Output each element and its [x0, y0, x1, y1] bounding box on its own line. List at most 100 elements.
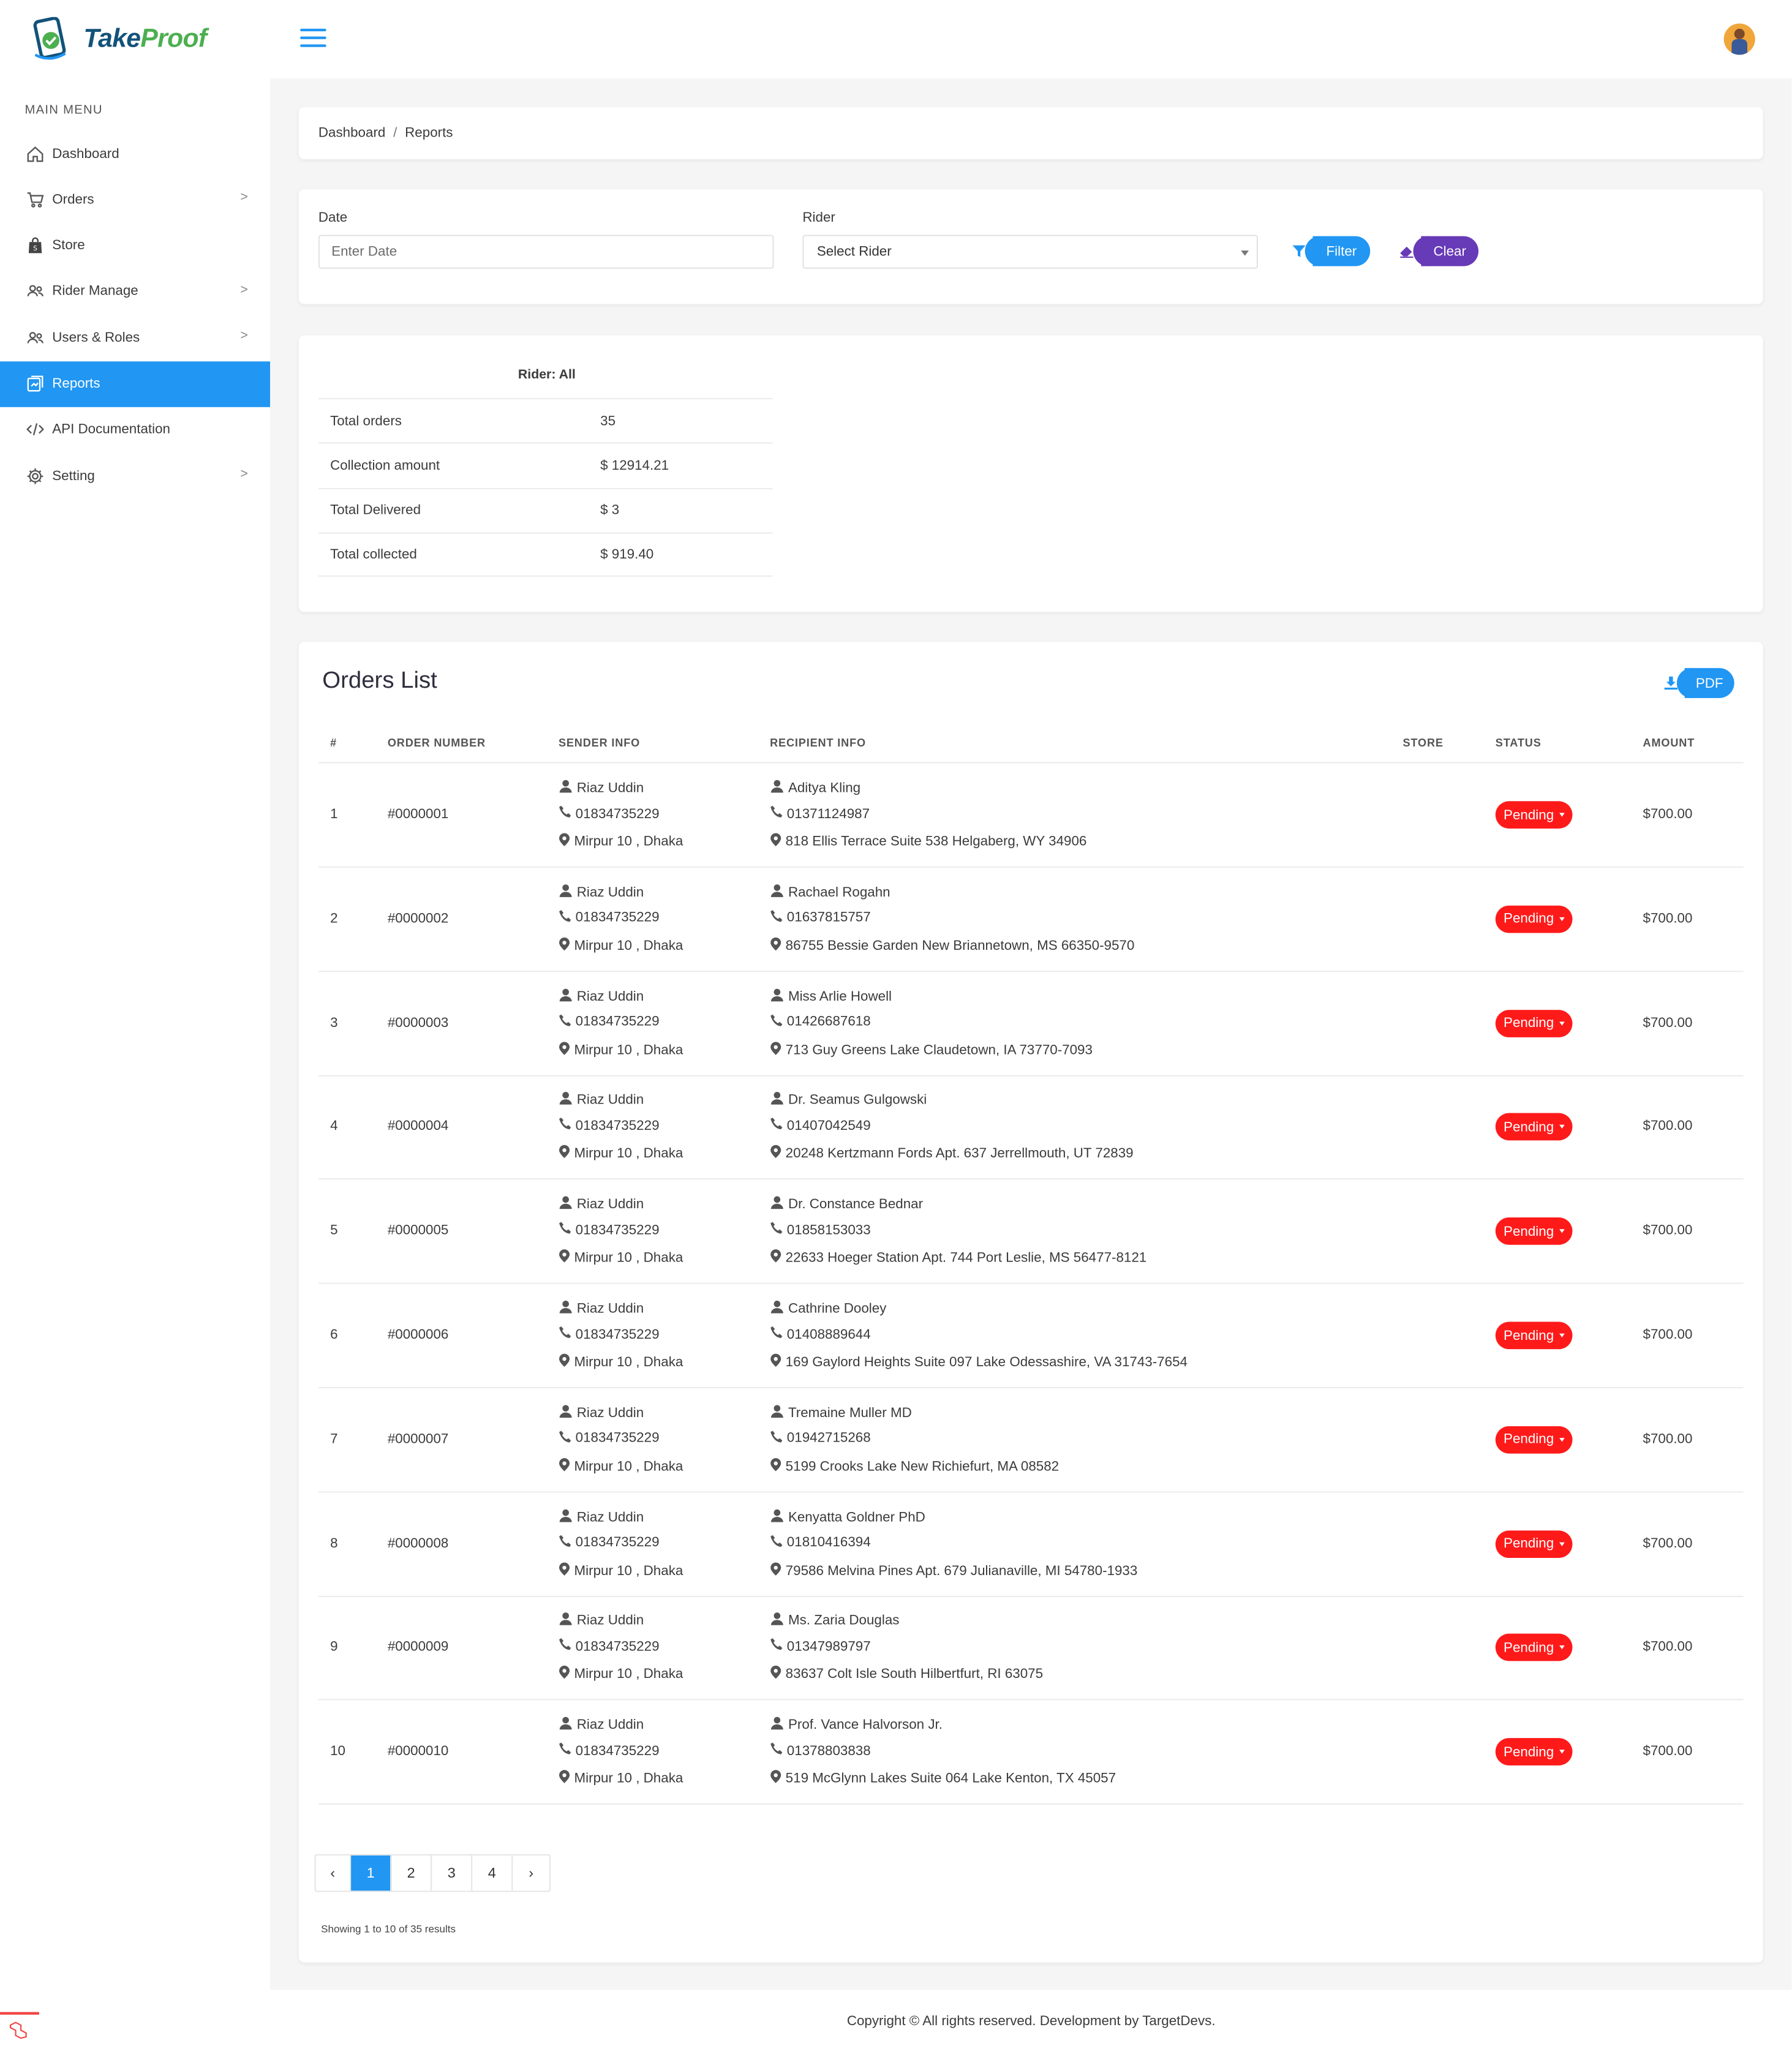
pagination-page-4[interactable]: 4	[472, 1855, 513, 1891]
brand-logo[interactable]: TakeProof	[31, 16, 207, 63]
phone-icon	[770, 1118, 787, 1135]
sidebar-menu-title: MAIN MENU	[24, 103, 103, 118]
pagination-summary: Showing 1 to 10 of 35 results	[321, 1923, 456, 1935]
location-pin-icon	[559, 936, 574, 955]
sidebar-item-label: Orders	[52, 191, 94, 208]
status-label: Pending	[1504, 1327, 1554, 1344]
pdf-download-button[interactable]: PDF	[1656, 668, 1734, 698]
table-row: 6 #0000006 Riaz Uddin 01834735229 Mirpur 10 …	[318, 1284, 1744, 1389]
order-amount: $700.00	[1643, 1743, 1693, 1759]
order-number: #0000007	[387, 1431, 449, 1447]
sidebar-item-label: API Documentation	[52, 421, 170, 438]
menu-toggle-icon[interactable]	[300, 28, 326, 50]
table-row: 2 #0000002 Riaz Uddin 01834735229 Mirpur 10 …	[318, 867, 1744, 972]
rider-select[interactable]: Select Rider	[802, 235, 1258, 269]
chevron-down-icon	[1559, 1021, 1565, 1025]
status-badge[interactable]: Pending	[1495, 905, 1573, 933]
location-pin-icon	[559, 832, 574, 851]
person-icon	[770, 987, 788, 1006]
status-label: Pending	[1504, 1223, 1554, 1239]
location-pin-icon	[559, 1770, 574, 1788]
date-label: Date	[318, 210, 348, 226]
chevron-down-icon	[1559, 1125, 1565, 1129]
sidebar-item-dashboard[interactable]: Dashboard	[0, 130, 270, 176]
col-header-index: #	[330, 735, 337, 750]
status-badge[interactable]: Pending	[1495, 1634, 1573, 1662]
sender-name: Riaz Uddin	[576, 780, 644, 796]
orders-title: Orders List	[322, 666, 437, 693]
status-badge[interactable]: Pending	[1495, 1738, 1573, 1766]
sidebar: MAIN MENU Dashboard Orders > S Store Rider Ma…	[0, 78, 271, 1990]
laravel-logo-icon	[0, 2012, 39, 2046]
sidebar-item-reports[interactable]: Reports	[0, 361, 271, 407]
order-index: 5	[330, 1222, 338, 1239]
sender-name: Riaz Uddin	[576, 1509, 644, 1525]
status-badge[interactable]: Pending	[1495, 1113, 1573, 1141]
sender-address: Mirpur 10 , Dhaka	[574, 1458, 683, 1475]
status-label: Pending	[1504, 1432, 1554, 1448]
user-avatar[interactable]	[1723, 23, 1755, 55]
order-number: #0000001	[387, 806, 449, 822]
order-number: #0000009	[387, 1639, 449, 1655]
recipient-phone: 01637815757	[786, 909, 871, 926]
table-row: 5 #0000005 Riaz Uddin 01834735229 Mirpur 10 …	[318, 1180, 1744, 1285]
svg-text:S: S	[33, 244, 37, 252]
sidebar-item-api-documentation[interactable]: API Documentation	[0, 407, 270, 453]
order-amount: $700.00	[1643, 1535, 1693, 1551]
recipient-phone: 01810416394	[786, 1534, 871, 1551]
code-icon	[26, 421, 45, 439]
status-badge[interactable]: Pending	[1495, 1217, 1573, 1246]
recipient-phone: 01371124987	[786, 805, 870, 822]
sidebar-item-store[interactable]: S Store	[0, 222, 270, 268]
pagination-prev[interactable]: ‹	[316, 1855, 352, 1891]
phone-icon	[770, 1742, 787, 1759]
chevron-down-icon	[1559, 1437, 1565, 1442]
main-content: Dashboard / Reports Date Rider Select Ri…	[270, 78, 1792, 1990]
sidebar-item-rider-manage[interactable]: Rider Manage >	[0, 269, 270, 315]
sender-phone: 01834735229	[575, 1118, 660, 1134]
status-badge[interactable]: Pending	[1495, 1426, 1573, 1454]
person-icon	[559, 779, 577, 797]
shopping-bag-icon: S	[26, 236, 45, 255]
pagination-page-2[interactable]: 2	[391, 1855, 432, 1891]
pagination-page-3[interactable]: 3	[432, 1855, 473, 1891]
recipient-phone: 01407042549	[786, 1118, 871, 1134]
summary-row: Collection amount $ 12914.21	[318, 442, 773, 487]
location-pin-icon	[559, 1145, 574, 1163]
recipient-name: Dr. Seamus Gulgowski	[788, 1093, 927, 1108]
recipient-name: Kenyatta Goldner PhD	[788, 1509, 925, 1525]
sender-name: Riaz Uddin	[576, 1301, 644, 1317]
pagination-page-1[interactable]: 1	[351, 1855, 392, 1891]
sidebar-item-orders[interactable]: Orders >	[0, 176, 270, 222]
status-badge[interactable]: Pending	[1495, 801, 1573, 829]
rider-label: Rider	[802, 210, 835, 226]
pagination-next[interactable]: ›	[513, 1856, 549, 1891]
filter-button-label: Filter	[1304, 236, 1371, 266]
chevron-right-icon: >	[240, 190, 248, 206]
phone-icon	[559, 1222, 576, 1239]
order-amount: $700.00	[1643, 1639, 1693, 1655]
status-badge[interactable]: Pending	[1495, 1530, 1573, 1558]
order-number: #0000010	[387, 1743, 449, 1759]
sidebar-item-label: Dashboard	[52, 145, 119, 162]
status-badge[interactable]: Pending	[1495, 1322, 1573, 1350]
status-badge[interactable]: Pending	[1495, 1009, 1573, 1037]
filter-button[interactable]: Filter	[1284, 236, 1371, 266]
summary-label: Total orders	[330, 413, 402, 429]
recipient-address: 818 Ellis Terrace Suite 538 Helgaberg, W…	[785, 833, 1087, 850]
phone-icon	[559, 1014, 576, 1031]
recipient-address: 22633 Hoeger Station Apt. 744 Port Lesli…	[785, 1250, 1147, 1266]
summary-row: Total orders 35	[318, 397, 773, 442]
sidebar-item-setting[interactable]: Setting >	[0, 453, 270, 499]
breadcrumb-dashboard-link[interactable]: Dashboard	[318, 126, 385, 141]
date-input[interactable]	[318, 235, 774, 269]
table-row: 4 #0000004 Riaz Uddin 01834735229 Mirpur 10 …	[318, 1076, 1744, 1180]
person-icon	[559, 1091, 577, 1110]
order-index: 3	[330, 1014, 338, 1031]
clear-button[interactable]: Clear	[1392, 236, 1479, 266]
phone-icon	[770, 805, 787, 822]
sender-phone: 01834735229	[575, 1014, 660, 1030]
sidebar-item-users-and-roles[interactable]: Users & Roles >	[0, 315, 270, 361]
order-index: 10	[330, 1743, 345, 1759]
chevron-down-icon	[1559, 1229, 1565, 1233]
